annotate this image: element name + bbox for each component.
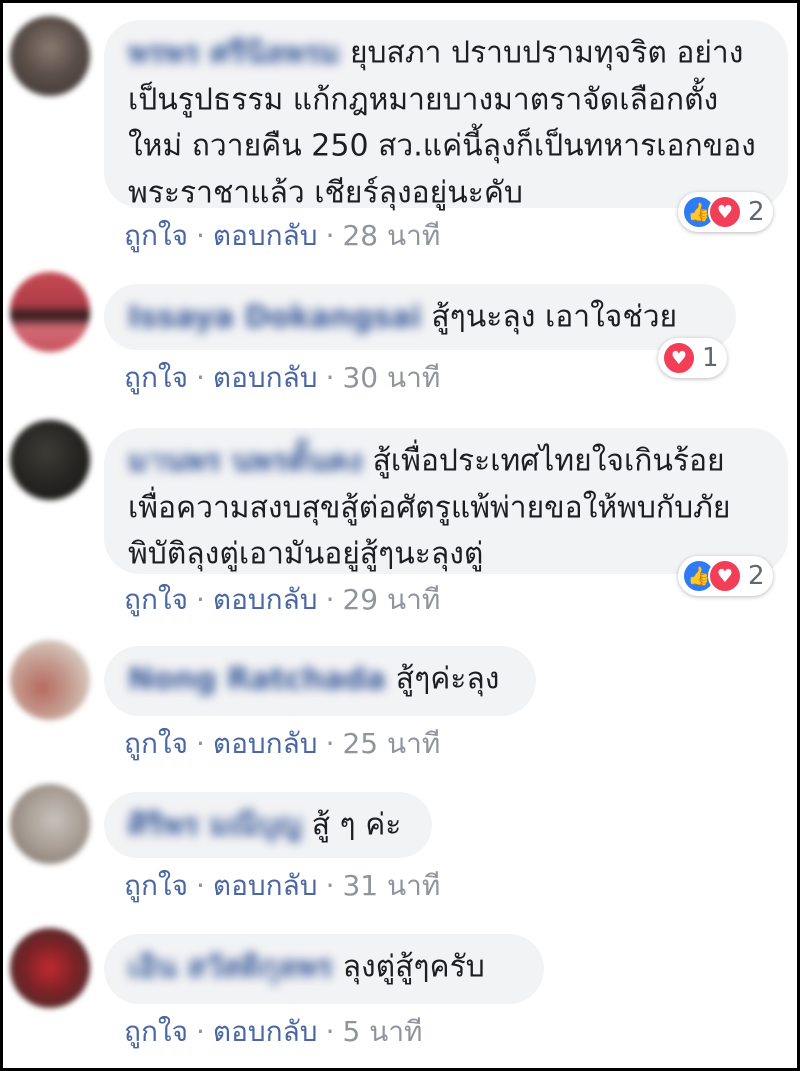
reply-button[interactable]: ตอบกลับ [213, 219, 318, 252]
separator: · [195, 361, 205, 394]
comment-actions: ถูกใจ · ตอบกลับ · 25 นาที [124, 722, 440, 766]
separator: · [195, 1015, 205, 1048]
timestamp[interactable]: 31 นาที [342, 869, 440, 902]
comment-bubble: เอิน สวัสดิกุลพร ลุงตู่สู้ๆครับ [104, 934, 544, 1004]
reaction-summary[interactable]: ♥ 1 [658, 338, 727, 378]
reply-button[interactable]: ตอบกลับ [213, 727, 318, 760]
author-name[interactable]: พรพร ศรีนิลพรม [128, 31, 340, 77]
reply-button[interactable]: ตอบกลับ [213, 361, 318, 394]
timestamp[interactable]: 5 นาที [342, 1015, 422, 1048]
author-name[interactable]: มานพร นพรตั้นคง [128, 439, 363, 485]
reaction-count: 2 [748, 561, 765, 591]
author-name[interactable]: Issaya Dokangsai [128, 295, 421, 341]
reaction-summary[interactable]: 👍 ♥ 2 [678, 556, 773, 596]
comment-text: สู้ๆนะลุง เอาใจช่วย [431, 299, 678, 335]
avatar[interactable] [10, 420, 90, 500]
comment-actions: ถูกใจ · ตอบกลับ · 30 นาที [124, 356, 440, 400]
author-name[interactable]: เอิน สวัสดิกุลพร [128, 945, 333, 991]
love-icon: ♥ [708, 195, 742, 229]
separator: · [325, 869, 335, 902]
timestamp[interactable]: 25 นาที [342, 727, 440, 760]
avatar[interactable] [10, 928, 90, 1008]
like-button[interactable]: ถูกใจ [124, 361, 188, 394]
comment-bubble: ศิริพร มณีบุญ สู้ ๆ ค่ะ [104, 792, 432, 858]
comment-actions: ถูกใจ · ตอบกลับ · 29 นาที [124, 578, 440, 622]
comment-actions: ถูกใจ · ตอบกลับ · 5 นาที [124, 1010, 423, 1054]
avatar[interactable] [10, 16, 90, 96]
author-name[interactable]: Nong Ratchada [128, 657, 386, 703]
reaction-count: 1 [702, 343, 719, 373]
separator: · [325, 1015, 335, 1048]
reply-button[interactable]: ตอบกลับ [213, 869, 318, 902]
like-button[interactable]: ถูกใจ [124, 869, 188, 902]
like-button[interactable]: ถูกใจ [124, 219, 188, 252]
comment-bubble: มานพร นพรตั้นคง สู้เพื่อประเทศไทยใจเกินร้… [104, 428, 788, 574]
comment-text: สู้ ๆ ค่ะ [311, 807, 402, 843]
separator: · [195, 583, 205, 616]
separator: · [325, 727, 335, 760]
author-name[interactable]: ศิริพร มณีบุญ [128, 803, 302, 849]
separator: · [195, 869, 205, 902]
comment-text: ลุงตู่สู้ๆครับ [342, 949, 485, 985]
separator: · [325, 361, 335, 394]
timestamp[interactable]: 28 นาที [342, 219, 440, 252]
love-icon: ♥ [662, 341, 696, 375]
timestamp[interactable]: 30 นาที [342, 361, 440, 394]
avatar[interactable] [10, 272, 90, 352]
comment-actions: ถูกใจ · ตอบกลับ · 31 นาที [124, 864, 440, 908]
reply-button[interactable]: ตอบกลับ [213, 1015, 318, 1048]
comment-bubble: พรพร ศรีนิลพรม ยุบสภา ปราบปรามทุจริต อย่า… [104, 20, 788, 210]
timestamp[interactable]: 29 นาที [342, 583, 440, 616]
separator: · [325, 583, 335, 616]
reply-button[interactable]: ตอบกลับ [213, 583, 318, 616]
avatar[interactable] [10, 640, 90, 720]
reaction-count: 2 [748, 197, 765, 227]
separator: · [325, 219, 335, 252]
separator: · [195, 727, 205, 760]
avatar[interactable] [10, 784, 90, 864]
like-button[interactable]: ถูกใจ [124, 583, 188, 616]
love-icon: ♥ [708, 559, 742, 593]
comment-text: สู้ๆค่ะลุง [395, 661, 500, 697]
reaction-summary[interactable]: 👍 ♥ 2 [678, 192, 773, 232]
comment-bubble: Nong Ratchada สู้ๆค่ะลุง [104, 646, 536, 716]
like-button[interactable]: ถูกใจ [124, 727, 188, 760]
comment-actions: ถูกใจ · ตอบกลับ · 28 นาที [124, 214, 440, 258]
like-button[interactable]: ถูกใจ [124, 1015, 188, 1048]
comment-bubble: Issaya Dokangsai สู้ๆนะลุง เอาใจช่วย [104, 284, 736, 350]
separator: · [195, 219, 205, 252]
